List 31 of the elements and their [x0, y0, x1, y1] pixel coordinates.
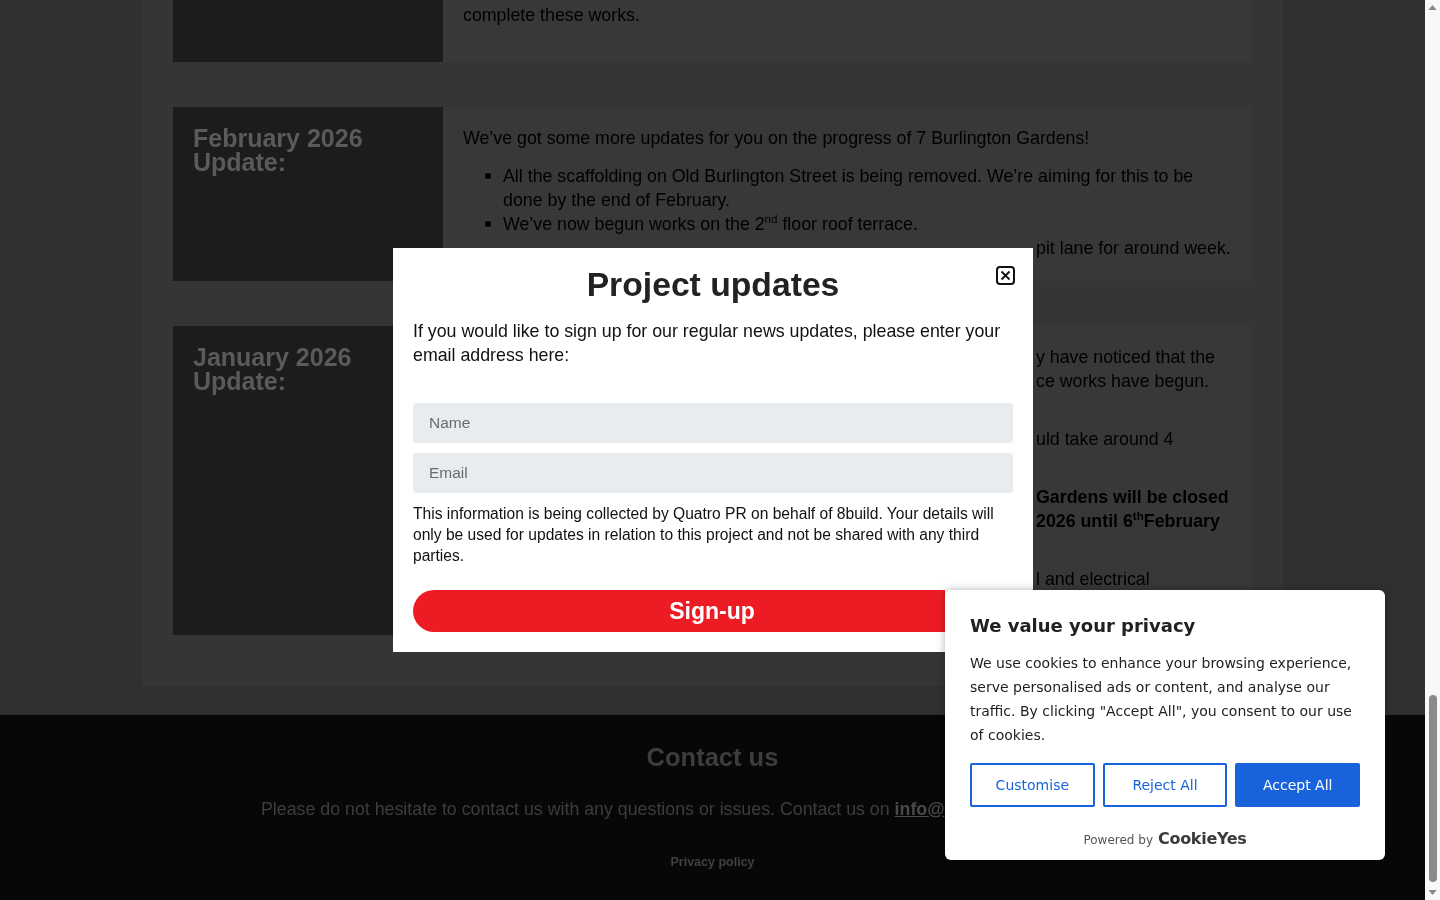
cookie-text: We use cookies to enhance your browsing experience, serve personalised ads or content, and analyse our traffic. By clicking "Accept All", you consent to our use of cookies. [970, 654, 1353, 745]
brand-logo: CookieYes [1158, 829, 1247, 848]
cookie-button[interactable]: Accept All [1235, 763, 1360, 807]
input-field[interactable]: Email [413, 453, 1013, 493]
cookie-button[interactable]: Reject All [1102, 763, 1228, 807]
scroll-up-arrow-icon[interactable] [1428, 5, 1437, 10]
signup-button[interactable]: Sign-up [413, 590, 945, 632]
bullet-icon [485, 173, 491, 179]
text-fragment: ce works have begun. [1036, 370, 1209, 393]
input-field[interactable]: Name [413, 403, 1013, 443]
update-paragraph: complete these works. [463, 4, 640, 27]
text-fragment: uld take around 4 [1036, 428, 1174, 451]
text-fragment: pit lane for around week. [1036, 237, 1231, 260]
dialog-intro: If you would like to sign up for our regular news updates, please enter your email address here: [413, 320, 1002, 367]
text-fragment: 2026 until 6$^{th}$February [1036, 509, 1220, 533]
dialog-title: Project updates [586, 264, 840, 304]
scrollbar[interactable] [1425, 0, 1440, 900]
powered-by-text: Powered by [1083, 833, 1154, 847]
close-button[interactable] [996, 266, 1015, 285]
privacy-notice: This information is being collected by Quatro PR on behalf of 8build. Your details will only be used for updates in relation to this project and not be shared with any third parties. [413, 504, 995, 566]
scrollbar-thumb[interactable] [1428, 695, 1437, 882]
update-title: January 2026 Update: [193, 345, 353, 393]
text-fragment: Gardens will be closed [1036, 486, 1229, 509]
update-title: February 2026 Update: [193, 126, 364, 174]
scroll-down-arrow-icon[interactable] [1428, 890, 1437, 895]
cookie-button[interactable]: Customise [970, 763, 1095, 807]
cookie-title: We value your privacy [970, 614, 1196, 638]
bullet-icon [485, 221, 491, 227]
bullet-text: All the scaffolding on Old Burlington Street is being removed. We’re aiming for this to be done by the end of February. [503, 165, 1195, 212]
update-paragraph: We’ve got some more updates for you on the progress of 7 Burlington Gardens! [463, 127, 1090, 150]
text-fragment: y have noticed that the [1036, 346, 1215, 369]
